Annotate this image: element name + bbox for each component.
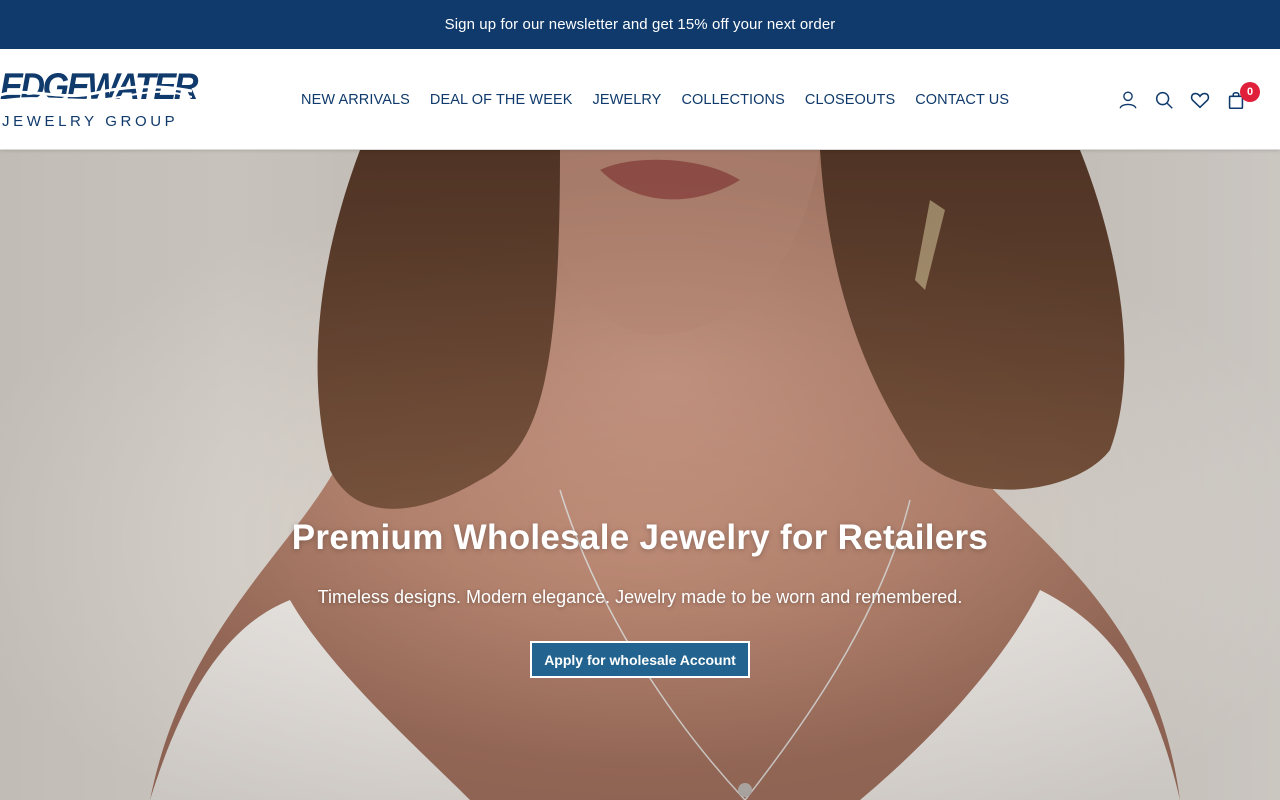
hero-title: Premium Wholesale Jewelry for Retailers: [291, 518, 989, 557]
nav-jewelry[interactable]: JEWELRY: [593, 92, 662, 108]
announcement-text[interactable]: Sign up for our newsletter and get 15% o…: [445, 16, 836, 33]
main-nav: NEW ARRIVALS DEAL OF THE WEEK JEWELRY CO…: [301, 49, 1029, 150]
nav-new-arrivals[interactable]: NEW ARRIVALS: [301, 92, 410, 108]
nav-collections[interactable]: COLLECTIONS: [681, 92, 784, 108]
user-icon[interactable]: [1116, 88, 1140, 112]
apply-wholesale-button[interactable]: Apply for wholesale Account: [530, 641, 750, 678]
heart-icon[interactable]: [1188, 88, 1212, 112]
logo[interactable]: EDGEWATER JEWELRY GROUP: [0, 67, 198, 133]
header-icons: [1116, 87, 1260, 113]
site-header: EDGEWATER JEWELRY GROUP NEW ARRIVALS DEA…: [0, 49, 1280, 150]
hero-subtitle: Timeless designs. Modern elegance. Jewel…: [317, 587, 963, 607]
hero-image: [0, 150, 1280, 800]
hero-banner: Premium Wholesale Jewelry for Retailers …: [0, 150, 1280, 800]
nav-contact-us[interactable]: CONTACT US: [915, 92, 1009, 108]
logo-wave-graphic: [0, 85, 192, 102]
announcement-bar[interactable]: Sign up for our newsletter and get 15% o…: [0, 0, 1280, 49]
cart-count-badge[interactable]: 0: [1240, 82, 1260, 102]
search-icon[interactable]: [1152, 88, 1176, 112]
nav-closeouts[interactable]: CLOSEOUTS: [805, 92, 895, 108]
logo-tagline: JEWELRY GROUP: [2, 113, 179, 130]
nav-deal-of-the-week[interactable]: DEAL OF THE WEEK: [430, 92, 573, 108]
